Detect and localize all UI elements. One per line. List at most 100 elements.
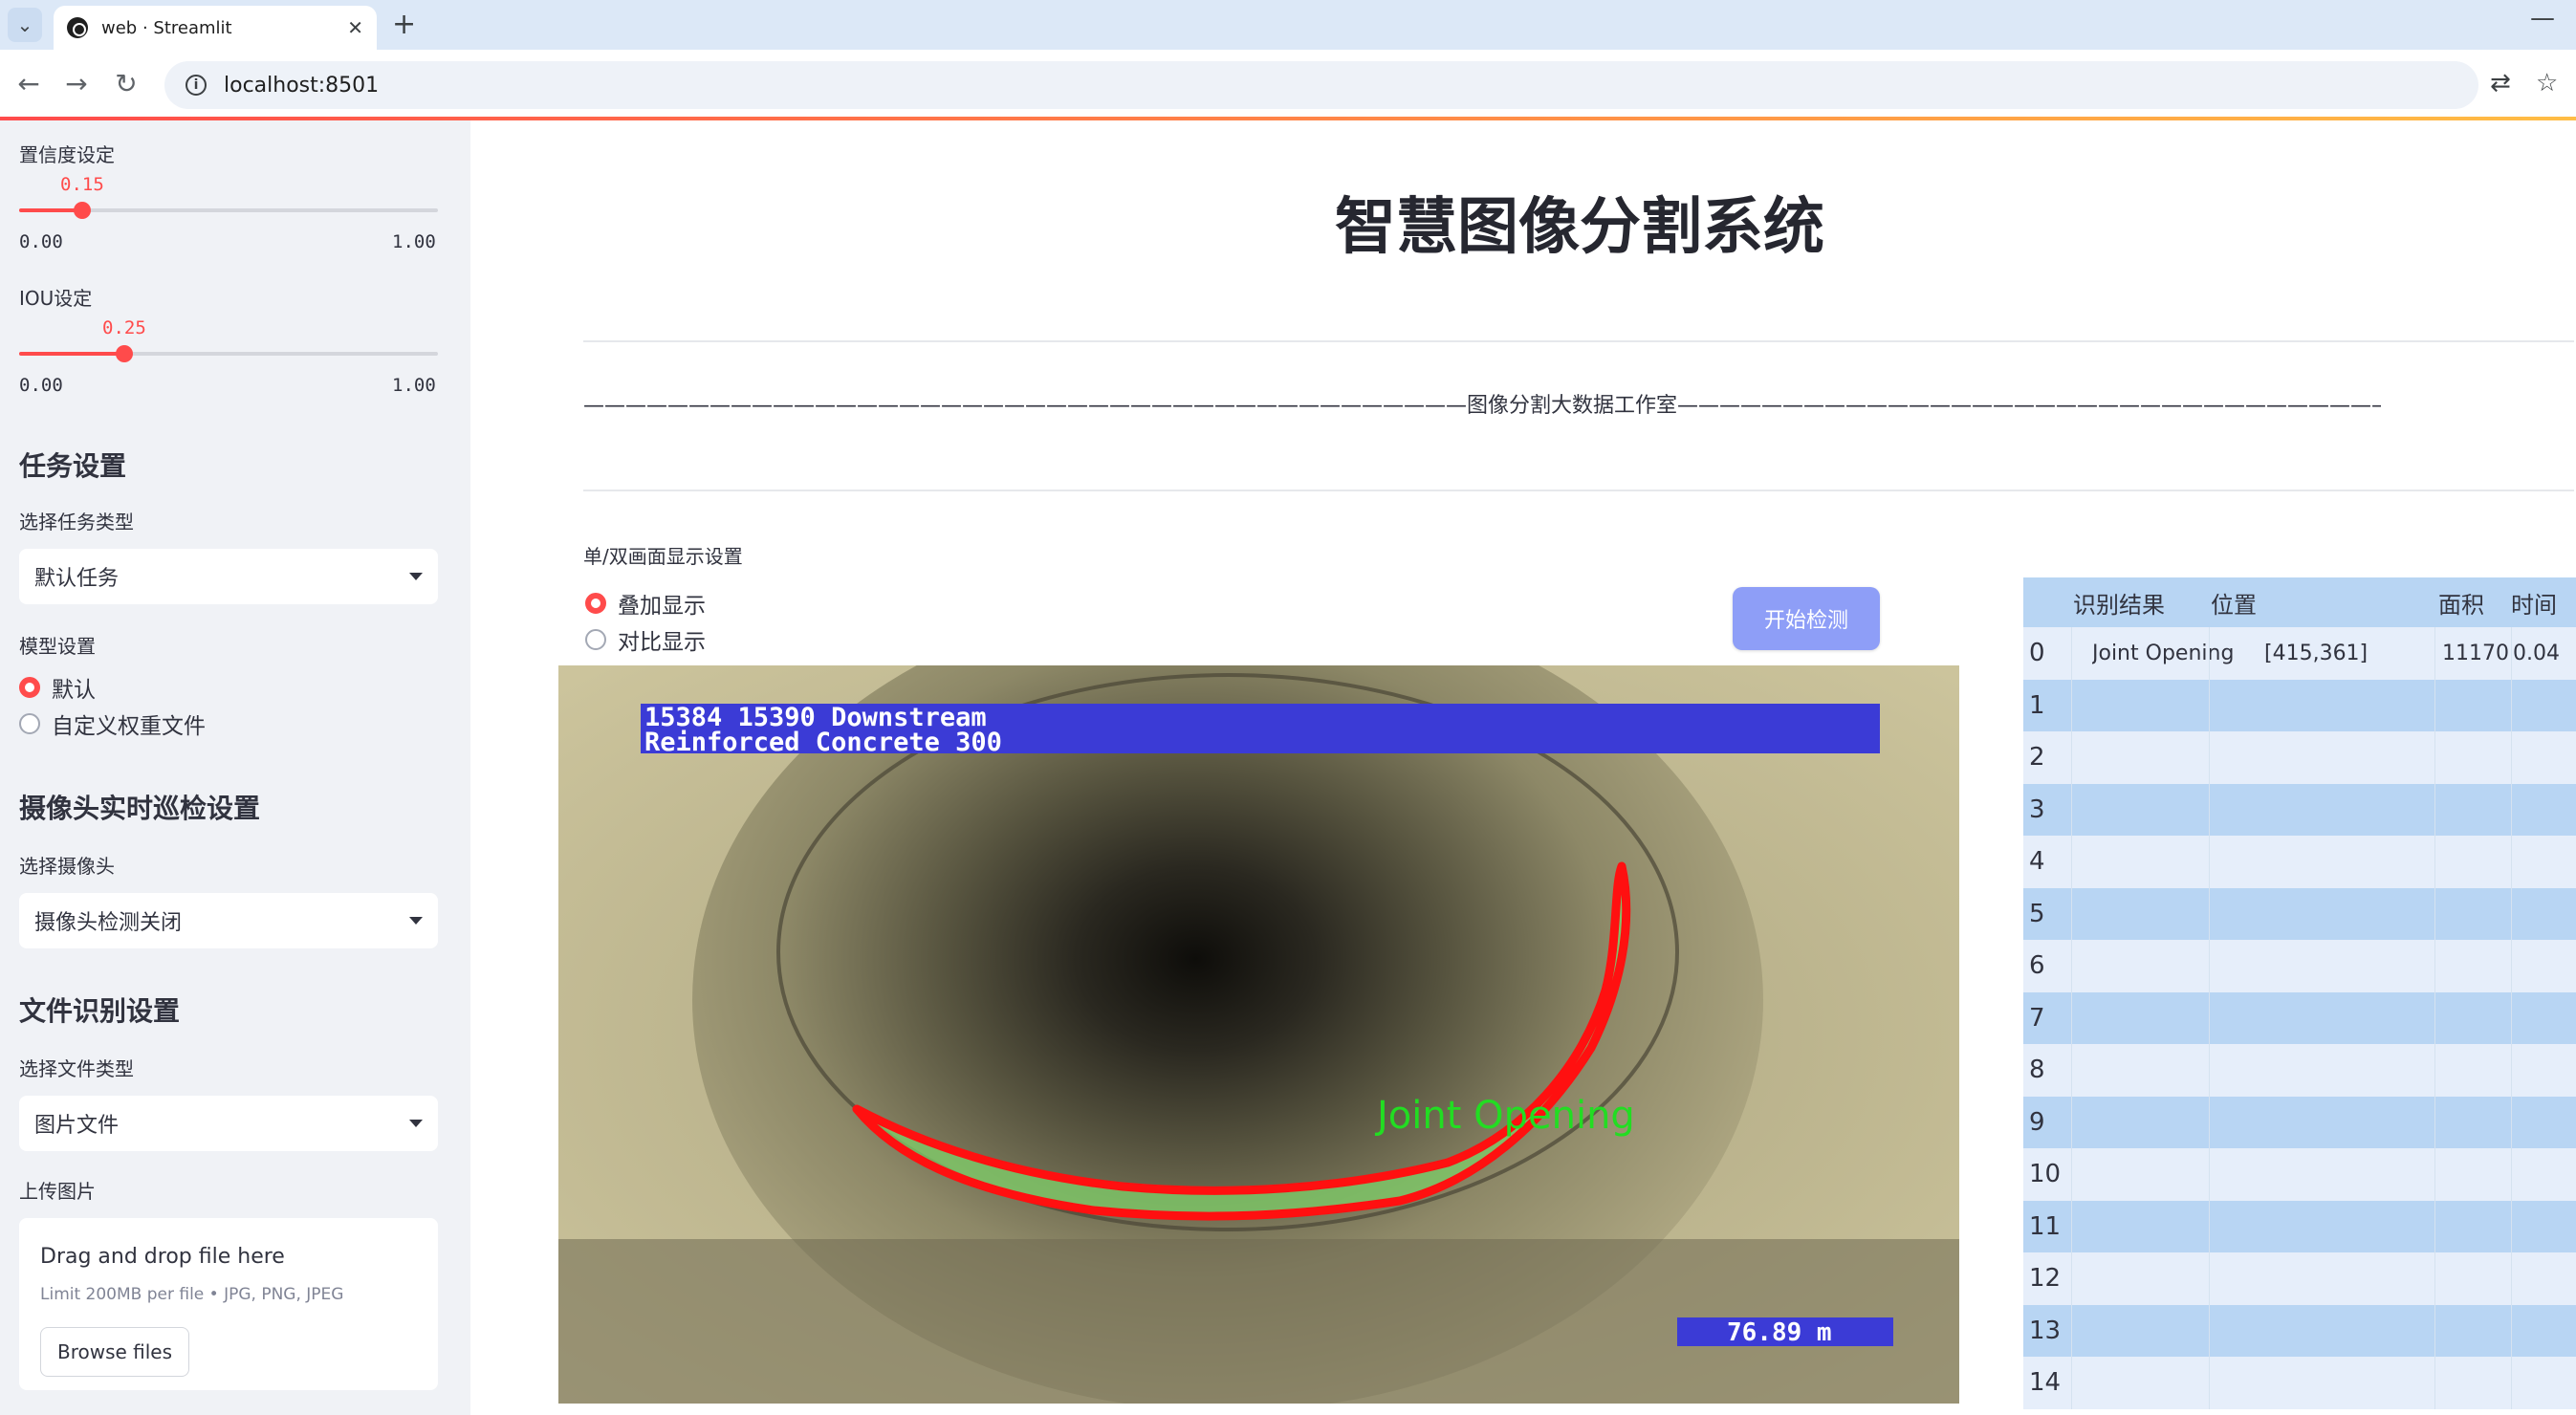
chevron-down-icon[interactable]: ⌄ [8,8,42,42]
studio-banner: ————————————————————————————————————————… [583,394,2381,418]
translate-icon[interactable]: ⇄ [2490,69,2511,98]
table-row[interactable]: 6 [2023,940,2576,992]
column-divider [2071,887,2072,940]
column-divider [2209,887,2210,940]
cell-position [2264,1305,2436,1358]
cell-position [2264,1097,2436,1149]
column-divider [2071,1200,2072,1252]
row-index: 10 [2029,1160,2062,1189]
column-divider [2511,836,2512,888]
model-option-label: 默认 [52,678,96,703]
cell-time: 0.04 [2513,641,2560,665]
arrow-right-icon[interactable]: → [59,67,94,101]
close-icon[interactable]: ✕ [347,16,363,39]
table-row[interactable]: 12 [2023,1252,2576,1305]
header-result[interactable]: 识别结果 [2073,577,2207,627]
table-row[interactable]: 10 [2023,1148,2576,1201]
sidebar: 置信度设定 0.15 0.00 1.00 IOU设定 0.25 0.00 1.0… [0,120,470,1415]
info-icon[interactable]: i [186,75,207,96]
cell-time [2513,1357,2576,1409]
file-type-label: 选择文件类型 [19,1057,134,1080]
row-index: 0 [2029,639,2045,668]
cell-result [2092,1097,2264,1149]
streamlit-favicon-icon [67,17,88,38]
cell-result: Joint Opening [2092,641,2235,665]
column-divider [2434,1148,2435,1201]
column-divider [2511,1044,2512,1097]
table-row[interactable]: 8 [2023,1044,2576,1097]
chevron-down-icon [409,573,423,580]
cell-position [2264,1044,2436,1097]
model-option-default[interactable]: 默认 [19,671,96,704]
cell-area [2442,1044,2511,1097]
cell-result [2092,940,2264,992]
column-divider [2434,991,2435,1044]
dropzone-title: Drag and drop file here [40,1245,285,1269]
column-divider [2511,627,2512,680]
table-row[interactable]: 3 [2023,783,2576,836]
table-row[interactable]: 4 [2023,836,2576,888]
arrow-left-icon[interactable]: ← [11,67,46,101]
iou-slider[interactable] [19,345,438,362]
row-index: 5 [2029,899,2045,928]
file-dropzone[interactable]: Drag and drop file here Limit 200MB per … [19,1218,438,1390]
display-option-compare[interactable]: 对比显示 [585,623,706,656]
reload-icon[interactable]: ↻ [109,67,143,101]
iou-slider-thumb[interactable] [116,345,133,362]
table-row[interactable]: 9 [2023,1096,2576,1149]
table-row[interactable]: 0 Joint Opening [415,361] 11170 0.04 [2023,627,2576,680]
camera-select[interactable]: 摄像头检测关闭 [19,893,438,948]
task-type-select[interactable]: 默认任务 [19,549,438,604]
table-row[interactable]: 14 [2023,1357,2576,1409]
address-bar[interactable]: i localhost:8501 [164,61,2478,109]
osd-line-2: Reinforced Concrete 300 [644,728,1002,757]
cell-time [2513,731,2576,784]
row-index: 2 [2029,743,2045,773]
start-detection-button[interactable]: 开始检测 [1733,587,1880,650]
display-mode-label: 单/双画面显示设置 [583,545,743,568]
cell-position [2264,731,2436,784]
browser-tab[interactable]: web · Streamlit ✕ [54,6,377,50]
table-row[interactable]: 1 [2023,679,2576,731]
new-tab-plus-icon[interactable]: + [392,8,416,42]
table-row[interactable]: 5 [2023,887,2576,941]
confidence-slider[interactable] [19,202,438,219]
column-divider [2511,1148,2512,1201]
star-icon[interactable]: ☆ [2536,69,2558,98]
file-type-select[interactable]: 图片文件 [19,1096,438,1151]
chevron-down-icon [409,1120,423,1127]
radio-selected-icon [19,677,40,698]
table-row[interactable]: 2 [2023,731,2576,784]
header-position[interactable]: 位置 [2211,577,2306,627]
table-row[interactable]: 11 [2023,1200,2576,1253]
row-index: 8 [2029,1056,2045,1085]
header-time[interactable]: 时间 [2511,577,2576,627]
cell-area [2442,836,2511,888]
confidence-slider-thumb[interactable] [74,202,91,219]
column-divider [2071,1148,2072,1201]
display-option-overlay[interactable]: 叠加显示 [585,587,706,620]
header-area[interactable]: 面积 [2438,577,2505,627]
chevron-down-icon [409,917,423,925]
column-divider [2434,887,2435,940]
cell-time [2513,888,2576,941]
column-divider [2209,836,2210,888]
row-index: 12 [2029,1264,2062,1294]
column-divider [2071,783,2072,836]
cell-result [2092,1252,2264,1305]
cell-result [2092,1148,2264,1201]
browser-toolbar: ← → ↻ i localhost:8501 ⇄ ☆ [0,50,2576,119]
table-row[interactable]: 13 [2023,1304,2576,1358]
cell-position [2264,1201,2436,1253]
column-divider [2071,1357,2072,1409]
browse-files-button[interactable]: Browse files [40,1327,189,1377]
model-option-custom[interactable]: 自定义权重文件 [19,708,206,740]
minimize-icon[interactable]: — [2530,4,2555,33]
row-index: 1 [2029,690,2045,720]
cell-time [2513,940,2576,992]
detection-image: 15384 15390 Downstream Reinforced Concre… [558,665,1976,1404]
cell-result [2092,836,2264,888]
table-row[interactable]: 7 [2023,991,2576,1044]
column-divider [2434,731,2435,784]
results-table[interactable]: 识别结果 位置 面积 时间 0 Joint Opening [415,361] 111… [2023,577,2576,1415]
